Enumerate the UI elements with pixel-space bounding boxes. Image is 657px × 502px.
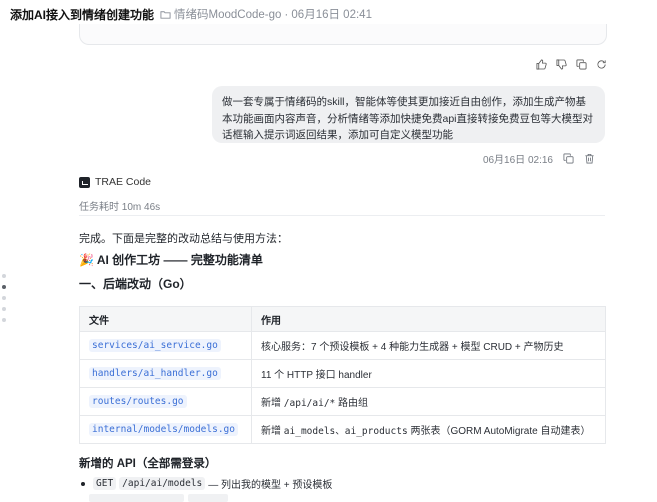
header-separator: · [284, 7, 289, 21]
agent-name: TRAE Code [95, 176, 152, 188]
purpose-suffix: 两张表（GORM AutoMigrate 自动建表） [407, 426, 591, 437]
task-elapsed: 任务耗时 10m 46s [79, 202, 161, 213]
purpose-cell: 11 个 HTTP 接口 handler [251, 359, 606, 388]
api-path: /api/ai/models [119, 477, 206, 490]
thumbs-down-icon[interactable] [556, 59, 567, 70]
api-method: GET [93, 477, 117, 490]
copy-icon[interactable] [576, 59, 587, 70]
agent-header: TRAE Code [79, 176, 151, 188]
file-link[interactable]: services/ai_service.go [89, 339, 221, 352]
user-message-time: 06月16日 02:16 [482, 155, 553, 166]
header-timestamp: 06月16日 02:41 [291, 9, 372, 21]
table-row: services/ai_service.go 核心服务：7 个预设模板 + 4 … [79, 331, 606, 360]
copy-icon[interactable] [563, 153, 574, 164]
purpose-cell: 新增 /api/ai/* 路由组 [251, 387, 606, 416]
nav-dot[interactable] [2, 318, 6, 322]
file-link[interactable]: routes/routes.go [89, 395, 187, 408]
api-heading: 新增的 API（全部需登录） [79, 458, 217, 470]
thumbs-up-icon[interactable] [536, 59, 547, 70]
backend-heading: 一、后端改动（Go） [79, 277, 192, 291]
message-actions [536, 59, 607, 70]
partial-code-chip [89, 494, 184, 502]
file-cell: handlers/ai_handler.go [79, 359, 252, 388]
table-row: internal/models/models.go 新增 ai_models、a… [79, 415, 606, 444]
conversation-title: 添加AI接入到情绪创建功能 [10, 7, 155, 22]
trae-logo-icon [79, 176, 90, 188]
purpose-suffix: 路由组 [335, 398, 369, 409]
bullet [81, 481, 85, 486]
table-header-row: 文件 作用 [79, 306, 606, 332]
file-cell: services/ai_service.go [79, 331, 252, 360]
table-header-purpose: 作用 [251, 306, 606, 332]
table-header-file: 文件 [79, 306, 252, 332]
delete-icon[interactable] [584, 153, 595, 164]
purpose-code: /api/ai/* [283, 398, 336, 409]
nav-dot[interactable] [2, 296, 6, 300]
changed-files-table: 文件 作用 services/ai_service.go 核心服务：7 个预设模… [79, 306, 606, 444]
purpose-prefix: 新增 [261, 398, 284, 409]
purpose-cell: 核心服务：7 个预设模板 + 4 种能力生成器 + 模型 CRUD + 产物历史 [251, 331, 606, 360]
file-link[interactable]: internal/models/models.go [89, 423, 238, 436]
file-cell: routes/routes.go [79, 387, 252, 416]
purpose-code: ai_models、ai_products [283, 426, 408, 437]
user-message-meta: 06月16日 02:16 [483, 151, 595, 166]
file-cell: internal/models/models.go [79, 415, 252, 444]
agent-intro: 完成。下面是完整的改动总结与使用方法： [79, 233, 288, 245]
scroll-nav-dots [2, 274, 6, 322]
nav-dot-active[interactable] [2, 285, 6, 289]
project-name: 情绪码MoodCode-go [174, 9, 282, 21]
purpose-text: 11 个 HTTP 接口 handler [261, 370, 372, 381]
purpose-text: 核心服务：7 个预设模板 + 4 种能力生成器 + 模型 CRUD + 产物历史 [261, 342, 564, 353]
nav-dot[interactable] [2, 307, 6, 311]
api-list-item-partial [89, 494, 228, 502]
api-desc: — 列出我的模型 + 预设模板 [208, 480, 333, 491]
project-link[interactable]: 情绪码MoodCode-go [160, 6, 281, 22]
api-list-item: GET /api/ai/models — 列出我的模型 + 预设模板 [79, 476, 332, 491]
table-row: handlers/ai_handler.go 11 个 HTTP 接口 hand… [79, 359, 606, 388]
table-row: routes/routes.go 新增 /api/ai/* 路由组 [79, 387, 606, 416]
previous-message-card [79, 24, 607, 45]
folder-icon [160, 9, 171, 20]
user-message-bubble: 做一套专属于情绪码的skill，智能体等使其更加接近自由创作，添加生成产物基本功… [212, 86, 605, 143]
divider [79, 215, 605, 216]
purpose-prefix: 新增 [261, 426, 284, 437]
feature-heading: 🎉 AI 创作工坊 —— 完整功能清单 [79, 253, 263, 267]
file-link[interactable]: handlers/ai_handler.go [89, 367, 221, 380]
purpose-cell: 新增 ai_models、ai_products 两张表（GORM AutoMi… [251, 415, 606, 444]
partial-text [188, 494, 228, 502]
refresh-icon[interactable] [596, 59, 607, 70]
nav-dot[interactable] [2, 274, 6, 278]
